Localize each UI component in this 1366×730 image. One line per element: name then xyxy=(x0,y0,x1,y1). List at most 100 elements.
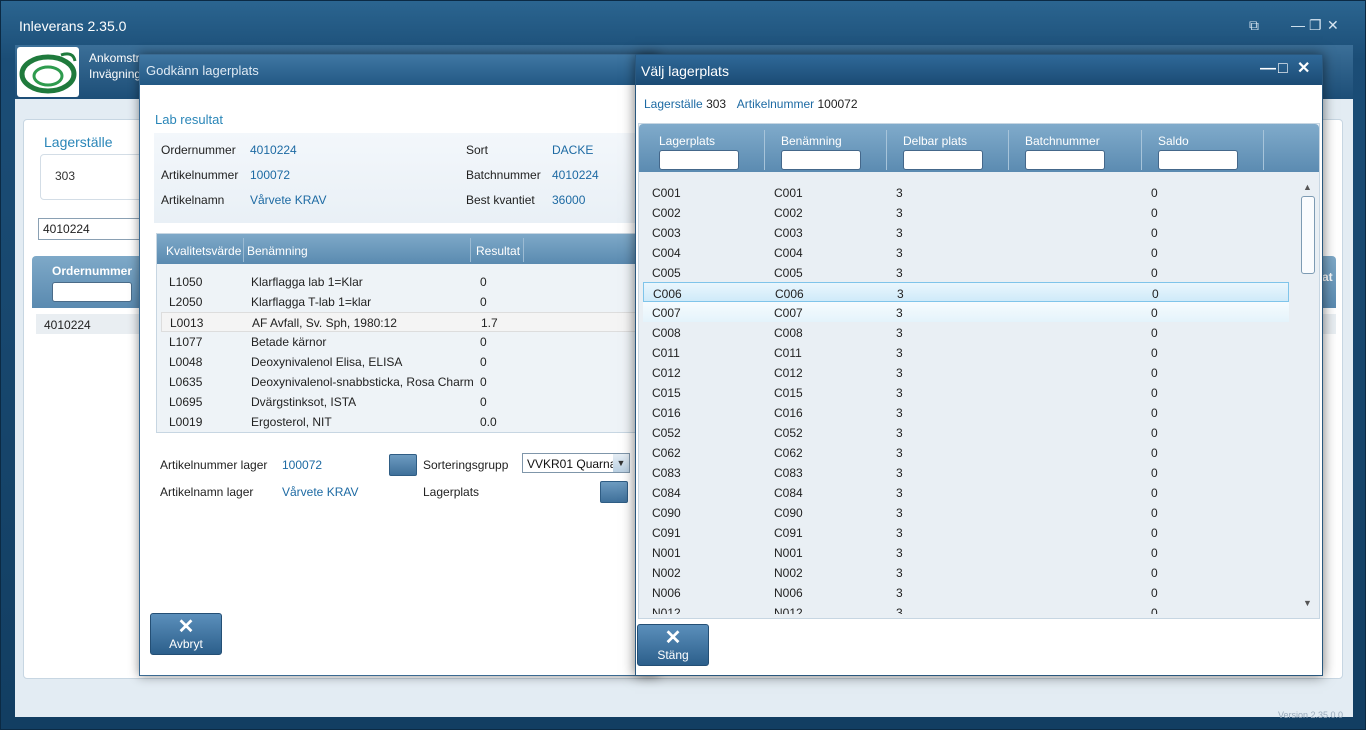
column-saldo[interactable]: Saldo xyxy=(1158,134,1189,148)
maximize-icon[interactable]: □ xyxy=(1278,60,1288,78)
table-row[interactable]: C012 C012 3 0 xyxy=(643,362,1289,382)
arrow-down-icon[interactable]: ▼ xyxy=(1303,598,1312,608)
column-resultat[interactable]: Resultat xyxy=(476,244,520,258)
chevron-down-icon[interactable]: ▼ xyxy=(613,454,629,472)
table-row[interactable]: L0013 AF Avfall, Sv. Sph, 1980:12 1.7 xyxy=(161,312,639,332)
benamning-filter-input[interactable] xyxy=(781,150,861,170)
lab-cell-name: Klarflagga T-lab 1=klar xyxy=(251,295,372,309)
lab-cell-result: 0 xyxy=(480,355,487,369)
table-row[interactable]: C001 C001 3 0 xyxy=(643,182,1289,202)
saldo-filter-input[interactable] xyxy=(1158,150,1238,170)
lagerplats-cell-saldo: 0 xyxy=(1151,526,1158,540)
table-row[interactable]: C090 C090 3 0 xyxy=(643,502,1289,522)
ordernummer-filter-input[interactable] xyxy=(52,282,132,302)
table-row[interactable]: C016 C016 3 0 xyxy=(643,402,1289,422)
arrow-up-icon[interactable]: ▲ xyxy=(1303,182,1312,192)
lagerplats-cell-delbar: 3 xyxy=(896,526,903,540)
lagerplats-cell-saldo: 0 xyxy=(1151,446,1158,460)
lab-cell-name: Klarflagga lab 1=Klar xyxy=(251,275,363,289)
lagerplats-cell-saldo: 0 xyxy=(1151,386,1158,400)
table-row[interactable]: C011 C011 3 0 xyxy=(643,342,1289,362)
lagerplats-cell-saldo: 0 xyxy=(1151,186,1158,200)
sorteringsgrupp-select[interactable]: VVKR01 Quarna ▼ xyxy=(522,453,630,473)
table-row[interactable]: L0019 Ergosterol, NIT 0.0 xyxy=(161,412,639,432)
lagerplats-cell-delbar: 3 xyxy=(896,306,903,320)
app-logo xyxy=(17,47,79,97)
artikelnummer-lager-value: 100072 xyxy=(282,458,323,472)
table-row[interactable]: L0048 Deoxynivalenol Elisa, ELISA 0 xyxy=(161,352,639,372)
column-fragment: at xyxy=(1322,270,1333,284)
table-row[interactable]: L1077 Betade kärnor 0 xyxy=(161,332,639,352)
artikelnummer-value: 100072 xyxy=(817,97,858,111)
lagerstalle-value: 303 xyxy=(706,97,727,111)
column-kvalitetsvarde[interactable]: Kvalitetsvärde xyxy=(166,244,241,258)
lagerplats-cell-delbar: 3 xyxy=(896,326,903,340)
select-artikel-button[interactable] xyxy=(389,454,417,476)
lagerplats-grid: Lagerplats Benämning Delbar plats Batchn… xyxy=(638,123,1320,619)
batchnummer-filter-input[interactable] xyxy=(1025,150,1105,170)
table-row[interactable]: L0695 Dvärgstinksot, ISTA 0 xyxy=(161,392,639,412)
scroll-thumb[interactable] xyxy=(1301,196,1315,274)
table-row[interactable]: C003 C003 3 0 xyxy=(643,222,1289,242)
column-ordernummer[interactable]: Ordernummer xyxy=(52,264,132,278)
column-batchnummer[interactable]: Batchnummer xyxy=(1025,134,1100,148)
column-lagerplats[interactable]: Lagerplats xyxy=(659,134,715,148)
lagerplats-cell-name: C091 xyxy=(774,526,803,540)
lagerplats-cell-saldo: 0 xyxy=(1151,366,1158,380)
lagerplats-cell-name: C011 xyxy=(774,346,802,360)
lagerplats-cell-name: C006 xyxy=(775,287,804,301)
table-row[interactable]: C062 C062 3 0 xyxy=(643,442,1289,462)
lab-cell-result: 0 xyxy=(480,395,487,409)
avbryt-button[interactable]: ✕ Avbryt xyxy=(150,613,222,655)
lagerplats-filter-input[interactable] xyxy=(659,150,739,170)
table-row[interactable]: C052 C052 3 0 xyxy=(643,422,1289,442)
minimize-icon[interactable]: — xyxy=(1291,17,1305,33)
table-row[interactable]: C007 C007 3 0 xyxy=(643,302,1289,322)
lab-cell-result: 0 xyxy=(480,375,487,389)
delbar-plats-filter-input[interactable] xyxy=(903,150,983,170)
maximize-icon[interactable]: ❐ xyxy=(1309,17,1322,33)
sort-value: DACKE xyxy=(552,143,594,157)
column-benamning[interactable]: Benämning xyxy=(247,244,308,258)
lagerplats-cell-plats: N006 xyxy=(652,586,681,600)
table-row[interactable]: C015 C015 3 0 xyxy=(643,382,1289,402)
stang-button[interactable]: ✕ Stäng xyxy=(637,624,709,666)
avbryt-label: Avbryt xyxy=(169,637,203,651)
lagerplats-cell-name: C008 xyxy=(774,326,803,340)
close-icon[interactable]: ✕ xyxy=(1297,60,1310,78)
restore-icon[interactable]: ⧉ xyxy=(1249,17,1259,33)
minimize-icon[interactable]: — xyxy=(1260,60,1276,78)
table-row[interactable]: N001 N001 3 0 xyxy=(643,542,1289,562)
column-separator xyxy=(1008,130,1009,170)
close-icon[interactable]: ✕ xyxy=(1327,17,1339,33)
table-row[interactable]: C006 C006 3 0 xyxy=(643,282,1289,302)
godkann-titlebar[interactable]: Godkänn lagerplats xyxy=(140,55,658,85)
select-lagerplats-button[interactable] xyxy=(600,481,628,503)
column-benamning[interactable]: Benämning xyxy=(781,134,842,148)
table-row[interactable]: N006 N006 3 0 xyxy=(643,582,1289,602)
lagerplats-cell-plats: C084 xyxy=(652,486,681,500)
table-row[interactable]: C083 C083 3 0 xyxy=(643,462,1289,482)
lagerplats-cell-delbar: 3 xyxy=(896,466,903,480)
table-row[interactable]: L1050 Klarflagga lab 1=Klar 0 xyxy=(161,272,639,292)
lagerplats-cell-name: C003 xyxy=(774,226,803,240)
table-row[interactable]: C005 C005 3 0 xyxy=(643,262,1289,282)
lagerplats-cell-delbar: 3 xyxy=(896,246,903,260)
table-row[interactable]: N012 N012 3 0 xyxy=(643,602,1289,614)
lagerplats-cell-plats: C052 xyxy=(652,426,681,440)
vertical-scrollbar[interactable]: ▲ ▼ xyxy=(1299,182,1317,612)
sorteringsgrupp-value: VVKR01 Quarna xyxy=(527,457,613,471)
column-delbar-plats[interactable]: Delbar plats xyxy=(903,134,967,148)
column-separator xyxy=(1141,130,1142,170)
table-row[interactable]: C002 C002 3 0 xyxy=(643,202,1289,222)
table-row[interactable]: L2050 Klarflagga T-lab 1=klar 0 xyxy=(161,292,639,312)
table-row[interactable]: C084 C084 3 0 xyxy=(643,482,1289,502)
lagerplats-cell-saldo: 0 xyxy=(1151,426,1158,440)
valj-titlebar[interactable]: Välj lagerplats — □ ✕ xyxy=(636,55,1322,85)
table-row[interactable]: C008 C008 3 0 xyxy=(643,322,1289,342)
table-row[interactable]: C004 C004 3 0 xyxy=(643,242,1289,262)
table-row[interactable]: N002 N002 3 0 xyxy=(643,562,1289,582)
app-title: Inleverans 2.35.0 xyxy=(19,18,127,34)
table-row[interactable]: L0635 Deoxynivalenol-snabbsticka, Rosa Ch… xyxy=(161,372,639,392)
table-row[interactable]: C091 C091 3 0 xyxy=(643,522,1289,542)
